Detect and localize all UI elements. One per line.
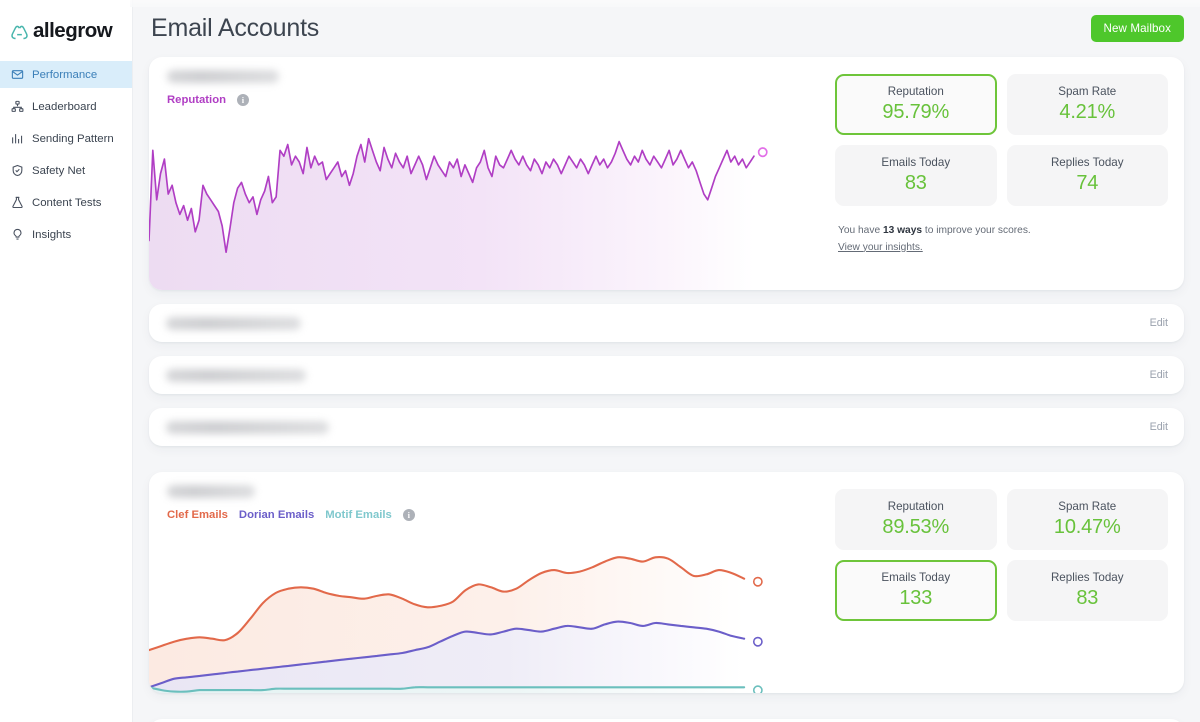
account-email-redacted <box>166 368 306 382</box>
info-icon[interactable]: i <box>402 509 415 521</box>
brand-logo[interactable]: allegrow <box>0 14 132 48</box>
account-card-expanded: Clef Emails Dorian Emails Motif Emails i <box>149 472 1184 693</box>
stats-pane: Reputation 89.53% Spam Rate 10.47% Email… <box>832 472 1184 693</box>
chart-legend: Reputation i <box>167 94 832 106</box>
shield-check-icon <box>11 164 24 177</box>
sidebar-item-insights[interactable]: Insights <box>0 221 132 248</box>
stat-label: Emails Today <box>881 156 951 169</box>
brand-name: allegrow <box>33 18 113 42</box>
stat-label: Replies Today <box>1050 156 1124 169</box>
chart-legend: Clef Emails Dorian Emails Motif Emails i <box>167 509 832 521</box>
insights-note: You have 13 ways to improve your scores.… <box>835 224 1168 256</box>
insights-count: 13 ways <box>882 225 923 236</box>
reputation-area-chart <box>149 137 768 290</box>
stat-emails-today[interactable]: Emails Today 83 <box>835 145 997 206</box>
account-email-redacted <box>167 485 255 498</box>
stat-spam-rate[interactable]: Spam Rate 10.47% <box>1006 489 1168 550</box>
legend-item-motif-emails[interactable]: Motif Emails <box>325 509 392 521</box>
chart-pane: Reputation i <box>149 57 832 290</box>
sidebar-item-safety-net[interactable]: Safety Net <box>0 157 132 184</box>
sidebar-item-label: Safety Net <box>32 164 86 177</box>
sidebar-item-leaderboard[interactable]: Leaderboard <box>0 93 132 120</box>
lightbulb-icon <box>11 228 24 241</box>
page-header: Email Accounts New Mailbox <box>149 0 1184 57</box>
stat-value: 74 <box>1076 172 1099 194</box>
account-email-redacted <box>166 420 329 434</box>
stat-value: 83 <box>1076 587 1099 609</box>
sidebar-item-label: Content Tests <box>32 196 102 209</box>
stat-value: 133 <box>899 587 933 609</box>
main-content: Email Accounts New Mailbox Reputation i <box>133 0 1200 722</box>
edit-link[interactable]: Edit <box>1150 317 1168 329</box>
chart-pane: Clef Emails Dorian Emails Motif Emails i <box>149 472 832 693</box>
funnel-icon <box>11 196 24 209</box>
insights-suffix: to improve your scores. <box>922 225 1031 236</box>
sidebar-item-label: Insights <box>32 228 72 241</box>
sidebar-item-label: Sending Pattern <box>32 132 114 145</box>
stat-label: Reputation <box>887 500 944 513</box>
stat-label: Spam Rate <box>1058 85 1117 98</box>
info-icon[interactable]: i <box>237 94 249 106</box>
new-mailbox-button[interactable]: New Mailbox <box>1090 15 1184 42</box>
sidebar-item-performance[interactable]: Performance <box>0 61 132 88</box>
sidebar-item-label: Performance <box>32 68 98 81</box>
stat-emails-today[interactable]: Emails Today 133 <box>835 560 997 621</box>
stat-replies-today[interactable]: Replies Today 83 <box>1006 560 1168 621</box>
edit-link[interactable]: Edit <box>1150 369 1168 381</box>
stats-pane: Reputation 95.79% Spam Rate 4.21% Emails… <box>832 57 1184 290</box>
account-email-redacted <box>166 316 301 330</box>
view-insights-link[interactable]: View your insights. <box>838 241 923 256</box>
stat-label: Reputation <box>887 85 944 98</box>
stats-grid: Reputation 95.79% Spam Rate 4.21% Emails… <box>835 74 1168 206</box>
sidebar-item-sending-pattern[interactable]: Sending Pattern <box>0 125 132 152</box>
stat-value: 89.53% <box>882 516 950 538</box>
stat-value: 83 <box>904 172 927 194</box>
stat-value: 10.47% <box>1053 516 1121 538</box>
emails-area-chart <box>149 556 763 693</box>
stat-replies-today[interactable]: Replies Today 74 <box>1006 145 1168 206</box>
stat-spam-rate[interactable]: Spam Rate 4.21% <box>1006 74 1168 135</box>
sidebar: allegrow Performance Leaderboard Sending… <box>0 0 133 722</box>
account-email-redacted <box>167 70 279 83</box>
account-row-collapsed[interactable]: Edit <box>149 304 1184 342</box>
stat-value: 95.79% <box>882 101 950 123</box>
bar-chart-icon <box>11 132 24 145</box>
stat-label: Spam Rate <box>1058 500 1117 513</box>
account-row-collapsed[interactable]: Edit <box>149 408 1184 446</box>
stat-reputation[interactable]: Reputation 95.79% <box>835 74 997 135</box>
account-card-expanded: Reputation i Reputation 95.79% Spam Rate… <box>149 57 1184 290</box>
account-row-collapsed[interactable]: Edit <box>149 356 1184 394</box>
stat-reputation[interactable]: Reputation 89.53% <box>835 489 997 550</box>
legend-item-clef-emails[interactable]: Clef Emails <box>167 509 228 521</box>
hierarchy-icon <box>11 100 24 113</box>
stat-value: 4.21% <box>1059 101 1116 123</box>
legend-item-dorian-emails[interactable]: Dorian Emails <box>239 509 314 521</box>
edit-link[interactable]: Edit <box>1150 421 1168 433</box>
page-title: Email Accounts <box>151 14 320 42</box>
sidebar-nav: Performance Leaderboard Sending Pattern <box>0 61 132 248</box>
allegrow-logo-icon <box>9 21 30 42</box>
stat-label: Emails Today <box>881 571 951 584</box>
insights-prefix: You have <box>838 225 883 236</box>
envelope-icon <box>11 68 24 81</box>
legend-item-reputation[interactable]: Reputation <box>167 94 226 106</box>
stat-label: Replies Today <box>1050 571 1124 584</box>
sidebar-item-label: Leaderboard <box>32 100 97 113</box>
stats-grid: Reputation 89.53% Spam Rate 10.47% Email… <box>835 489 1168 621</box>
sidebar-item-content-tests[interactable]: Content Tests <box>0 189 132 216</box>
